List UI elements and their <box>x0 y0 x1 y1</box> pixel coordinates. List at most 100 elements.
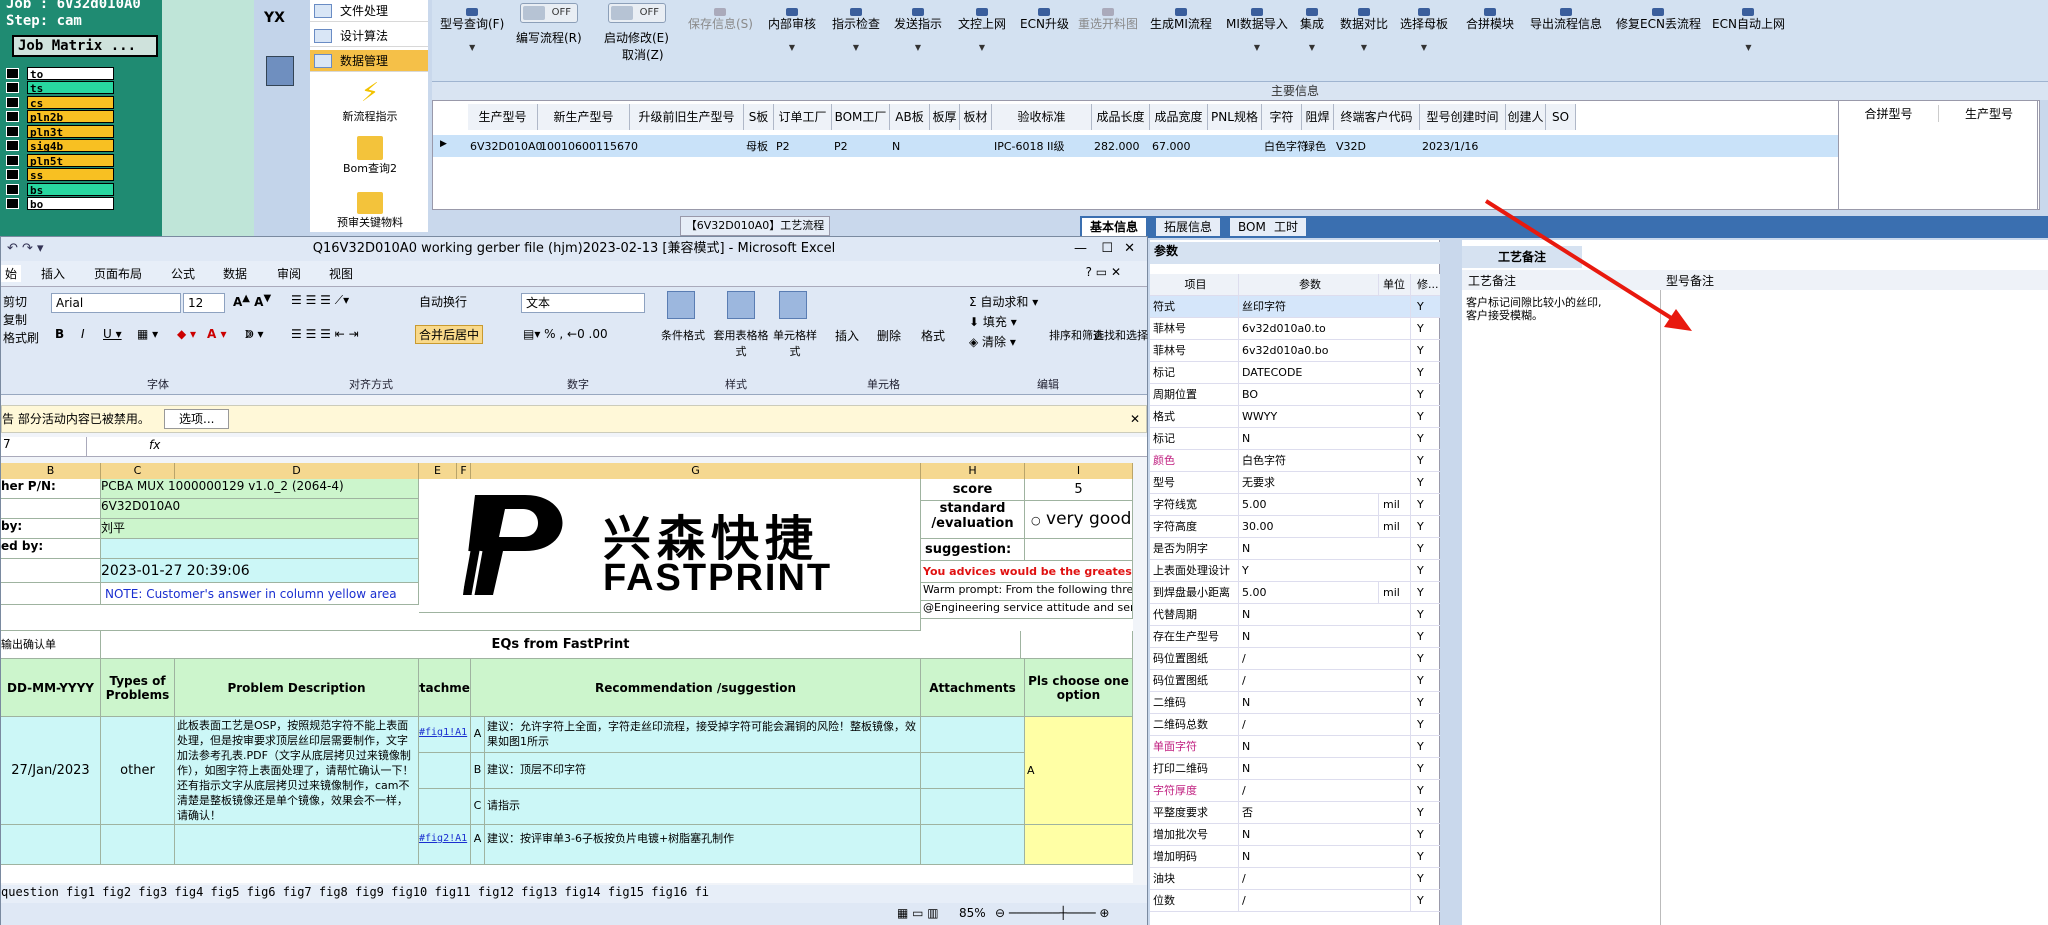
cell-opt-c[interactable]: C <box>471 789 485 825</box>
grid-header[interactable]: SO <box>1546 104 1576 130</box>
cell-score[interactable]: 5 <box>1025 479 1133 501</box>
radio-very-good[interactable]: ○ very good <box>1031 509 1131 529</box>
nav-bom-query[interactable]: Bom查询2 <box>330 136 410 176</box>
format-cells-button[interactable]: 格式 <box>921 327 945 344</box>
param-row[interactable]: 菲林号 6v32d010a0.bo Y <box>1150 340 1440 362</box>
sheet-cell[interactable] <box>1 499 101 519</box>
layer-row[interactable]: cs <box>6 95 130 110</box>
nav-new-flow[interactable]: ⚡ 新流程指示 <box>330 78 410 124</box>
param-row[interactable]: 到焊盘最小距离 5.00 mil Y <box>1150 582 1440 604</box>
italic-button[interactable]: I <box>81 327 85 341</box>
cell-model[interactable]: 6V32D010A0 <box>101 499 419 519</box>
export-flow-button[interactable]: 导出流程信息 <box>1530 8 1602 33</box>
param-row[interactable]: 存在生产型号 N Y <box>1150 626 1440 648</box>
sheet-cell[interactable] <box>1025 539 1133 561</box>
process-flow-tab[interactable]: 【6V32D010A0】工艺流程 <box>680 216 830 236</box>
job-matrix-button[interactable]: Job Matrix ... <box>12 35 158 57</box>
param-row[interactable]: 字符高度 30.00 mil Y <box>1150 516 1440 538</box>
zoom-slider[interactable]: ⊖ ───────┼──── ⊕ <box>995 906 1109 920</box>
close-bar-icon[interactable]: ✕ <box>1130 406 1140 432</box>
cell-confirm[interactable]: 输出确认单 <box>1 631 101 659</box>
cell-checked-label[interactable]: ed by: <box>1 539 101 559</box>
number-format-select[interactable]: 文本 <box>521 293 645 313</box>
column-header[interactable]: D <box>175 463 419 479</box>
param-row[interactable]: 打印二维码 N Y <box>1150 758 1440 780</box>
write-flow-toggle[interactable]: OFF <box>520 3 578 23</box>
ecn-upgrade-button[interactable]: ECN升级 <box>1020 8 1069 33</box>
sheet-cell[interactable] <box>1025 825 1133 865</box>
grid-header[interactable]: 验收标准 <box>992 104 1092 130</box>
quick-access-icons[interactable]: ↶ ↷ ▾ <box>7 237 44 261</box>
close-icon[interactable]: ✕ <box>1124 237 1135 261</box>
tab-view[interactable]: 视图 <box>329 265 353 282</box>
nav-key-materials[interactable]: 预审关键物料 <box>330 192 410 230</box>
param-row[interactable]: 码位置图纸 / Y <box>1150 648 1440 670</box>
grid-header[interactable]: 订单工厂 <box>774 104 832 130</box>
param-row[interactable]: 上表面处理设计 Y Y <box>1150 560 1440 582</box>
param-row[interactable]: 字符线宽 5.00 mil Y <box>1150 494 1440 516</box>
fx-icon[interactable]: fx <box>149 438 160 452</box>
send-instruction-button[interactable]: 发送指示 ▼ <box>894 8 942 56</box>
table-format-icon[interactable] <box>727 291 755 319</box>
cell-opt-b[interactable]: B <box>471 753 485 789</box>
layer-checkbox[interactable] <box>6 125 19 137</box>
grid-header[interactable]: 字符 <box>1262 104 1302 130</box>
bold-button[interactable]: B <box>55 327 64 341</box>
table-format-button[interactable]: 套用表格格式 <box>713 327 769 359</box>
layer-row[interactable]: pln5t <box>6 153 130 168</box>
layer-name[interactable]: cs <box>27 95 114 110</box>
cell-style-icon[interactable] <box>779 291 807 319</box>
grid-header[interactable]: 板厚 <box>930 104 960 130</box>
minimize-icon[interactable]: — <box>1074 237 1087 261</box>
doc-upload-button[interactable]: 文控上网 ▼ <box>958 8 1006 56</box>
param-row[interactable]: 增加明码 N Y <box>1150 846 1440 868</box>
generate-mi-button[interactable]: 生成MI流程 <box>1150 8 1212 33</box>
model-query-button[interactable]: 型号查询(F) ▼ <box>440 8 504 56</box>
layer-name[interactable]: ts <box>27 81 114 95</box>
cell-types-header[interactable]: Types of Problems <box>101 659 175 717</box>
cell-note[interactable]: NOTE: Customer's answer in column yellow… <box>101 583 419 605</box>
grid-header[interactable]: 板材 <box>960 104 992 130</box>
param-row[interactable]: 单面字符 N Y <box>1150 736 1440 758</box>
grid-header[interactable]: 终端客户代码 <box>1334 104 1420 130</box>
sheet-cell[interactable] <box>1021 631 1133 659</box>
cell-opt-a2[interactable]: A <box>471 825 485 865</box>
cell-problem[interactable]: 此板表面工艺是OSP，按照规范字符不能上表面处理，但是按审要求顶层丝印层需要制作… <box>175 717 419 825</box>
nav-file-processing[interactable]: 文件处理 <box>310 0 428 22</box>
grid-header[interactable]: 阻焊 <box>1302 104 1334 130</box>
layer-row[interactable]: ts <box>6 81 130 95</box>
layer-name[interactable]: pln3t <box>27 124 114 139</box>
font-color-button[interactable]: A ▾ <box>207 327 227 341</box>
param-row[interactable]: 二维码 N Y <box>1150 692 1440 714</box>
grid-header[interactable]: 成品长度 <box>1092 104 1150 130</box>
data-compare-button[interactable]: 数据对比 ▼ <box>1340 8 1388 56</box>
param-row[interactable]: 平整度要求 否 Y <box>1150 802 1440 824</box>
cell-rec-header[interactable]: Recommendation /suggestion <box>471 659 921 717</box>
column-header[interactable]: B <box>1 463 101 479</box>
phonetic-button[interactable]: ↇ ▾ <box>245 327 264 342</box>
column-header[interactable]: E <box>419 463 457 479</box>
grow-font-button[interactable]: A▲ A▼ <box>233 293 271 309</box>
reselect-cutting-button[interactable]: 重选开料图 <box>1078 8 1138 33</box>
merge-center-button[interactable]: 合并后居中 <box>415 325 484 344</box>
align-left-buttons[interactable]: ☰ ☰ ☰ ⇤ ⇥ <box>291 327 359 341</box>
layer-row[interactable]: bs <box>6 182 130 197</box>
cell-date-header[interactable]: DD-MM-YYYY <box>1 659 101 717</box>
sheet-cell[interactable] <box>921 717 1025 753</box>
tab-extended-info[interactable]: 拓展信息 <box>1156 218 1221 236</box>
layer-checkbox[interactable] <box>6 183 19 195</box>
cell-choose-header[interactable]: Pls choose one option <box>1025 659 1133 717</box>
layer-checkbox[interactable] <box>6 198 19 210</box>
delete-cells-button[interactable]: 删除 <box>877 327 901 344</box>
clear-button[interactable]: ◈ 清除 ▾ <box>969 333 1016 350</box>
grid-header[interactable]: 成品宽度 <box>1150 104 1208 130</box>
layer-checkbox[interactable] <box>6 96 19 108</box>
param-row[interactable]: 是否为阴字 N Y <box>1150 538 1440 560</box>
grid-header[interactable]: AB板 <box>890 104 930 130</box>
font-size-select[interactable]: 12 <box>183 293 225 313</box>
cell-advice[interactable]: You advices would be the greatest po <box>921 561 1133 583</box>
cell-pn[interactable]: PCBA MUX 1000000129 v1.0_2 (2064-4) <box>101 479 419 499</box>
mi-import-button[interactable]: MI数据导入 ▼ <box>1226 8 1288 56</box>
cell-problem-header[interactable]: Problem Description <box>175 659 419 717</box>
layer-row[interactable]: to <box>6 66 130 81</box>
